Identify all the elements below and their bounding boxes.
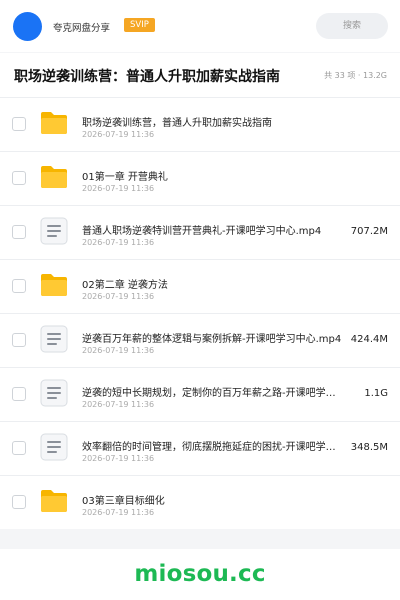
row-checkbox[interactable] (12, 333, 26, 347)
folder-title-bar: 职场逆袭训练营：普通人升职加薪实战指南 共 33 项 · 13.2G (0, 53, 400, 97)
search-button[interactable]: 搜索 (316, 13, 388, 39)
file-date: 2026-07-19 11:36 (82, 508, 155, 517)
list-item[interactable]: 职场逆袭训练营，普通人升职加薪实战指南 2026-07-19 11:36 (0, 97, 400, 151)
folder-icon (40, 163, 68, 191)
row-checkbox[interactable] (12, 171, 26, 185)
list-item[interactable]: 逆袭百万年薪的整体逻辑与案例拆解-开课吧学习中心.mp4 2026-07-19 1… (0, 313, 400, 367)
row-checkbox[interactable] (12, 387, 26, 401)
avatar[interactable] (13, 12, 42, 41)
file-name: 逆袭百万年薪的整体逻辑与案例拆解-开课吧学习中心.mp4 (82, 334, 342, 345)
file-name: 03第三章目标细化 (82, 496, 165, 507)
row-checkbox[interactable] (12, 117, 26, 131)
document-icon (40, 433, 68, 461)
file-name: 逆袭的短中长期规划，定制你的百万年薪之路-开课吧学习中心.mp4 (82, 388, 344, 399)
file-date: 2026-07-19 11:36 (82, 184, 155, 193)
file-list: 职场逆袭训练营，普通人升职加薪实战指南 2026-07-19 11:36 01第一章… (0, 97, 400, 529)
list-item[interactable]: 普通人职场逆袭特训营开营典礼-开课吧学习中心.mp4 2026-07-19 11:… (0, 205, 400, 259)
top-header: 夸克网盘分享 SVIP 搜索 (0, 0, 400, 52)
document-icon (40, 217, 68, 245)
list-item[interactable]: 逆袭的短中长期规划，定制你的百万年薪之路-开课吧学习中心.mp42026-07-… (0, 367, 400, 421)
file-date: 2026-07-19 11:36 (82, 238, 155, 247)
file-date: 2026-07-19 11:36 (82, 130, 155, 139)
document-icon (40, 325, 68, 353)
row-checkbox[interactable] (12, 495, 26, 509)
folder-info: 共 33 项 · 13.2G (324, 71, 387, 80)
folder-icon (40, 487, 68, 515)
folder-icon (40, 109, 68, 137)
row-checkbox[interactable] (12, 225, 26, 239)
document-icon (40, 379, 68, 407)
file-name: 效率翻倍的时间管理，彻底摆脱拖延症的困扰-开课吧学习中心.mp4 (82, 442, 344, 453)
file-size: 424.4M (350, 334, 388, 345)
watermark: miosou.cc (134, 561, 266, 587)
file-name: 01第一章 开营典礼 (82, 172, 168, 183)
file-size: 707.2M (350, 226, 388, 237)
list-item[interactable]: 01第一章 开营典礼 2026-07-19 11:36 (0, 151, 400, 205)
file-name: 普通人职场逆袭特训营开营典礼-开课吧学习中心.mp4 (82, 226, 322, 237)
file-date: 2026-07-19 11:36 (82, 292, 155, 301)
list-item[interactable]: 效率翻倍的时间管理，彻底摆脱拖延症的困扰-开课吧学习中心.mp42026-07-… (0, 421, 400, 475)
list-item[interactable]: 03第三章目标细化 2026-07-19 11:36 (0, 475, 400, 529)
brand-name: 夸克网盘分享 (53, 23, 111, 34)
folder-icon (40, 271, 68, 299)
file-size: 348.5M (350, 442, 388, 453)
file-size: 1.1G (364, 388, 388, 399)
list-item[interactable]: 02第二章 逆袭方法 2026-07-19 11:36 (0, 259, 400, 313)
file-name: 02第二章 逆袭方法 (82, 280, 168, 291)
svip-badge: SVIP (124, 18, 155, 32)
row-checkbox[interactable] (12, 441, 26, 455)
file-date: 2026-07-19 11:36 (82, 400, 155, 409)
page-title: 职场逆袭训练营：普通人升职加薪实战指南 (14, 69, 280, 85)
file-date: 2026-07-19 11:36 (82, 346, 155, 355)
file-date: 2026-07-19 11:36 (82, 454, 155, 463)
row-checkbox[interactable] (12, 279, 26, 293)
file-name: 职场逆袭训练营，普通人升职加薪实战指南 (82, 118, 272, 129)
